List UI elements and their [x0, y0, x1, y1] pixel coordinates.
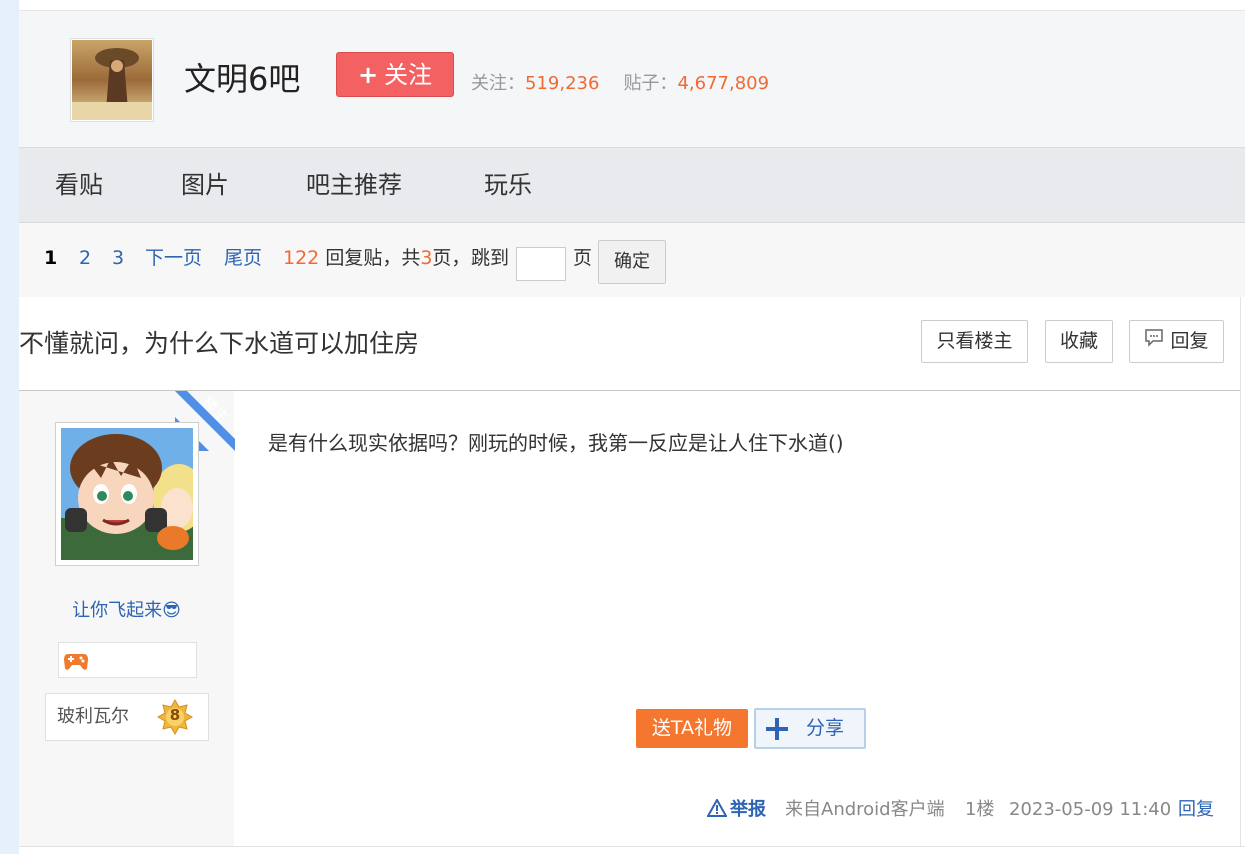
left-edge-strip — [0, 0, 19, 854]
favorite-button[interactable]: 收藏 — [1045, 320, 1113, 363]
posts-label: 贴子： — [623, 73, 678, 94]
page-current: 1 — [44, 247, 58, 269]
warning-icon — [706, 797, 728, 817]
forum-avatar-image — [72, 40, 152, 120]
forum-avatar[interactable] — [70, 38, 154, 122]
content-right-border — [1240, 297, 1241, 846]
posts-count: 4,677,809 — [677, 73, 770, 94]
client-source: 来自Android客户端 — [785, 799, 945, 820]
nav-item-images[interactable]: 图片 — [181, 168, 229, 202]
author-username[interactable]: 让你飞起来😎 — [19, 598, 234, 624]
followers-count: 519,236 — [525, 73, 600, 94]
report-label: 举报 — [730, 799, 766, 820]
share-plus-icon — [766, 718, 788, 740]
post-content: 是有什么现实依据吗？刚玩的时候，我第一反应是让人住下水道() — [268, 431, 844, 455]
reply-button[interactable]: 回复 — [1129, 320, 1224, 363]
share-button[interactable]: 分享 — [754, 708, 866, 749]
thread-title-bar: 不懂就问，为什么下水道可以加住房 只看楼主 收藏 回复 — [19, 297, 1240, 391]
send-gift-button[interactable]: 送TA礼物 — [636, 709, 748, 748]
jump-label: 跳到 — [471, 247, 510, 269]
jump-unit: 页 — [573, 247, 593, 269]
reply-button-label: 回复 — [1170, 330, 1209, 352]
user-icon-box — [58, 642, 197, 678]
thread-title: 不懂就问，为什么下水道可以加住房 — [19, 329, 420, 358]
reply-count: 122 — [283, 247, 320, 269]
post-reply-link[interactable]: 回复 — [1178, 798, 1214, 822]
nav-item-posts[interactable]: 看贴 — [55, 168, 103, 202]
forum-nav: 看贴 图片 吧主推荐 玩乐 — [19, 147, 1245, 223]
page-link-3[interactable]: 3 — [112, 245, 124, 271]
followers-label: 关注： — [471, 73, 525, 94]
nav-item-recommend[interactable]: 吧主推荐 — [306, 168, 402, 202]
page-link-2[interactable]: 2 — [79, 245, 91, 271]
jump-page-input[interactable] — [516, 247, 566, 281]
nav-item-fun[interactable]: 玩乐 — [484, 168, 532, 202]
page-unit: 页， — [432, 247, 471, 269]
reply-text: 回复贴，共 — [325, 247, 421, 269]
reply-summary: 122 回复贴，共3页， — [283, 245, 470, 271]
gamepad-icon — [64, 654, 88, 670]
forum-stats: 关注：519,236 贴子：4,677,809 — [471, 73, 769, 95]
level-number: 8 — [169, 706, 181, 724]
user-level-box: 玻利瓦尔 8 — [45, 693, 209, 741]
only-op-button[interactable]: 只看楼主 — [921, 320, 1028, 363]
post-bottom-divider — [19, 846, 1245, 847]
report-link[interactable]: 举报 — [706, 797, 766, 822]
next-page-link[interactable]: 下一页 — [145, 245, 202, 271]
user-avatar[interactable] — [55, 422, 205, 566]
share-label: 分享 — [806, 717, 845, 739]
level-star-icon: 8 — [156, 698, 194, 736]
last-page-link[interactable]: 尾页 — [224, 245, 262, 271]
forum-name[interactable]: 文明6吧 — [184, 59, 300, 99]
total-pages: 3 — [420, 247, 433, 269]
follow-button[interactable]: + 关注 — [336, 52, 454, 97]
post-time: 2023-05-09 11:40 — [1009, 799, 1172, 820]
jump-confirm-button[interactable]: 确定 — [598, 240, 666, 284]
follow-label: 关注 — [384, 61, 433, 89]
pager: 1 2 3 下一页 尾页 122 回复贴，共3页， 跳到 页 确定 — [19, 223, 1245, 297]
level-name: 玻利瓦尔 — [57, 706, 129, 727]
forum-header: 文明6吧 + 关注 关注：519,236 贴子：4,677,809 — [19, 11, 1245, 147]
plus-icon: + — [357, 61, 379, 89]
user-avatar-image — [61, 428, 205, 560]
floor-number: 1楼 — [965, 799, 995, 820]
comment-icon — [1144, 321, 1164, 362]
